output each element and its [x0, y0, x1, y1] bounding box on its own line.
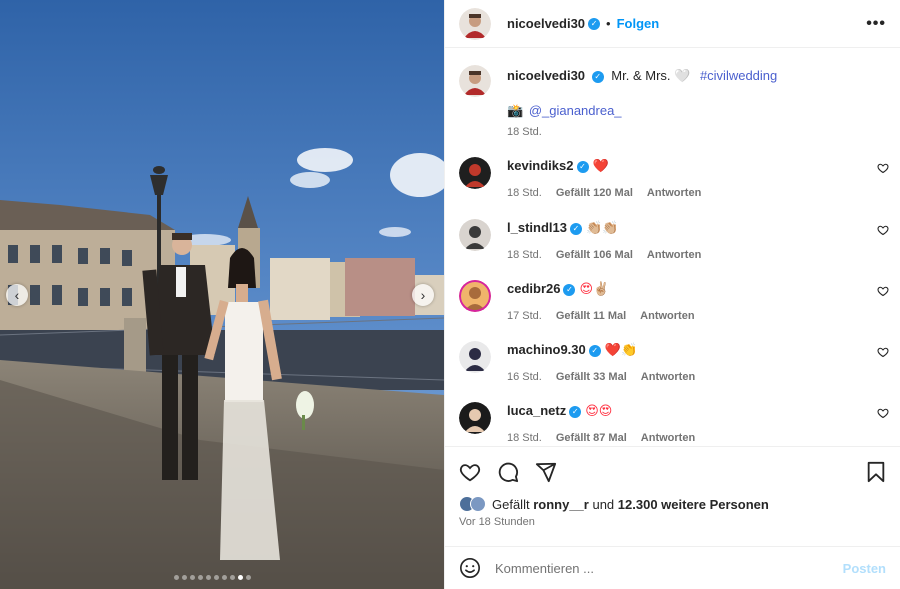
- commenter-username[interactable]: l_stindl13: [507, 220, 567, 235]
- commenter-avatar[interactable]: [459, 157, 491, 189]
- verified-badge-icon: ✓: [588, 344, 601, 357]
- carousel-dot: [222, 575, 227, 580]
- comment-like-heart-icon[interactable]: [877, 285, 889, 297]
- separator-dot: •: [606, 16, 611, 31]
- chevron-right-icon: ›: [420, 287, 426, 303]
- comment-likes[interactable]: Gefällt 120 Mal: [556, 187, 633, 199]
- comment-time: 16 Std.: [507, 371, 542, 383]
- carousel-dot: [190, 575, 195, 580]
- commenter-avatar[interactable]: [459, 280, 491, 312]
- comment-text: ❤️👏: [604, 342, 638, 357]
- post-comment-button[interactable]: Posten: [843, 561, 886, 576]
- carousel-dot: [182, 575, 187, 580]
- reply-button[interactable]: Antworten: [647, 187, 701, 199]
- commenter-avatar[interactable]: [459, 219, 491, 251]
- caption-username[interactable]: nicoelvedi30: [507, 68, 585, 83]
- carousel-dot: [214, 575, 219, 580]
- commenter-avatar[interactable]: [459, 402, 491, 434]
- chevron-left-icon: ‹: [14, 287, 20, 303]
- comment-item: cedibr26 ✓ 😍✌🏼 17 Std. Gefällt 11 Mal Antwort…: [459, 280, 889, 322]
- carousel-dot: [230, 575, 235, 580]
- comment-time: 18 Std.: [507, 249, 542, 261]
- carousel-dot: [198, 575, 203, 580]
- comment-item: machino9.30 ✓ ❤️👏 16 Std. Gefällt 33 Mal Antw…: [459, 341, 889, 383]
- reply-button[interactable]: Antworten: [640, 310, 694, 322]
- carousel-dot: [206, 575, 211, 580]
- comment-bubble-icon[interactable]: [497, 461, 519, 483]
- carousel-prev-button[interactable]: ‹: [6, 284, 28, 306]
- verified-badge-icon: ✓: [563, 283, 576, 296]
- post-photo[interactable]: ‹ ›: [0, 0, 444, 589]
- caption: nicoelvedi30 ✓ Mr. & Mrs. 🤍 #civilweddin…: [459, 65, 889, 138]
- author-avatar[interactable]: [459, 65, 491, 97]
- carousel-dot: [246, 575, 251, 580]
- reply-button[interactable]: Antworten: [647, 249, 701, 261]
- commenter-username[interactable]: cedibr26: [507, 281, 560, 296]
- share-send-icon[interactable]: [535, 461, 557, 483]
- comment-likes[interactable]: Gefällt 87 Mal: [556, 432, 627, 444]
- comment-item: kevindiks2 ✓ ❤️ 18 Std. Gefällt 120 Mal Antwo…: [459, 157, 889, 199]
- verified-badge-icon: ✓: [569, 405, 582, 418]
- reply-button[interactable]: Antworten: [641, 432, 695, 444]
- post-time-ago: Vor 18 Stunden: [459, 516, 535, 528]
- comment-text: 😍✌🏼: [579, 281, 610, 296]
- verified-badge-icon: ✓: [588, 17, 601, 30]
- likes-joiner: und: [592, 496, 615, 512]
- like-heart-icon[interactable]: [459, 461, 481, 483]
- likes-prefix: Gefällt: [492, 496, 530, 512]
- comment-input[interactable]: [495, 560, 843, 576]
- carousel-next-button[interactable]: ›: [412, 284, 434, 306]
- comment-like-heart-icon[interactable]: [877, 346, 889, 358]
- carousel-dot: [174, 575, 179, 580]
- caption-text: Mr. & Mrs. 🤍: [611, 68, 691, 83]
- comment-item: luca_netz ✓ 😍😍 18 Std. Gefällt 87 Mal Antwort…: [459, 402, 889, 444]
- comment-like-heart-icon[interactable]: [877, 407, 889, 419]
- post-actions: Gefällt ronny__r und 12.300 weitere Pers…: [445, 446, 900, 546]
- caption-time: 18 Std.: [507, 126, 542, 138]
- verified-badge-icon: ✓: [591, 70, 604, 83]
- verified-badge-icon: ✓: [576, 160, 589, 173]
- comment-text: ❤️: [592, 158, 609, 173]
- comments-list[interactable]: nicoelvedi30 ✓ Mr. & Mrs. 🤍 #civilweddin…: [445, 49, 900, 445]
- commenter-username[interactable]: luca_netz: [507, 403, 566, 418]
- comment-likes[interactable]: Gefällt 106 Mal: [556, 249, 633, 261]
- bookmark-save-icon[interactable]: [866, 461, 886, 483]
- comment-like-heart-icon[interactable]: [877, 162, 889, 174]
- liker-username[interactable]: ronny__r: [533, 497, 589, 512]
- carousel-dot: [238, 575, 243, 580]
- carousel-indicator: [174, 575, 251, 580]
- mention-link[interactable]: @_gianandrea_: [529, 103, 622, 118]
- comment-likes[interactable]: Gefällt 33 Mal: [556, 371, 627, 383]
- commenter-username[interactable]: kevindiks2: [507, 158, 574, 173]
- follow-button[interactable]: Folgen: [617, 16, 660, 31]
- emoji-picker-icon[interactable]: [459, 557, 481, 579]
- comment-text: 👏🏼👏🏼: [585, 220, 619, 235]
- comment-composer: Posten: [445, 546, 900, 589]
- post-image: [0, 0, 444, 589]
- verified-badge-icon: ✓: [569, 222, 582, 235]
- reply-button[interactable]: Antworten: [641, 371, 695, 383]
- author-username[interactable]: nicoelvedi30: [507, 16, 585, 31]
- other-likers-link[interactable]: 12.300 weitere Personen: [618, 497, 769, 512]
- comment-like-heart-icon[interactable]: [877, 224, 889, 236]
- liker-avatars: [459, 496, 486, 512]
- comment-item: l_stindl13 ✓ 👏🏼👏🏼 18 Std. Gefällt 106 Mal Ant…: [459, 219, 889, 261]
- commenter-avatar[interactable]: [459, 341, 491, 373]
- comment-text: 😍😍: [585, 403, 613, 418]
- comment-likes[interactable]: Gefällt 11 Mal: [556, 310, 626, 322]
- more-options-icon[interactable]: •••: [866, 15, 886, 33]
- author-avatar[interactable]: [459, 7, 491, 40]
- post-header: nicoelvedi30 ✓ • Folgen •••: [445, 0, 900, 48]
- likes-summary[interactable]: Gefällt ronny__r und 12.300 weitere Pers…: [445, 496, 900, 512]
- camera-icon: 📸: [507, 103, 524, 118]
- comment-time: 18 Std.: [507, 432, 542, 444]
- comment-time: 17 Std.: [507, 310, 542, 322]
- comment-time: 18 Std.: [507, 187, 542, 199]
- commenter-username[interactable]: machino9.30: [507, 342, 586, 357]
- post-side-panel: nicoelvedi30 ✓ • Folgen ••• nicoelvedi30…: [444, 0, 900, 589]
- hashtag-link[interactable]: #civilwedding: [700, 68, 777, 83]
